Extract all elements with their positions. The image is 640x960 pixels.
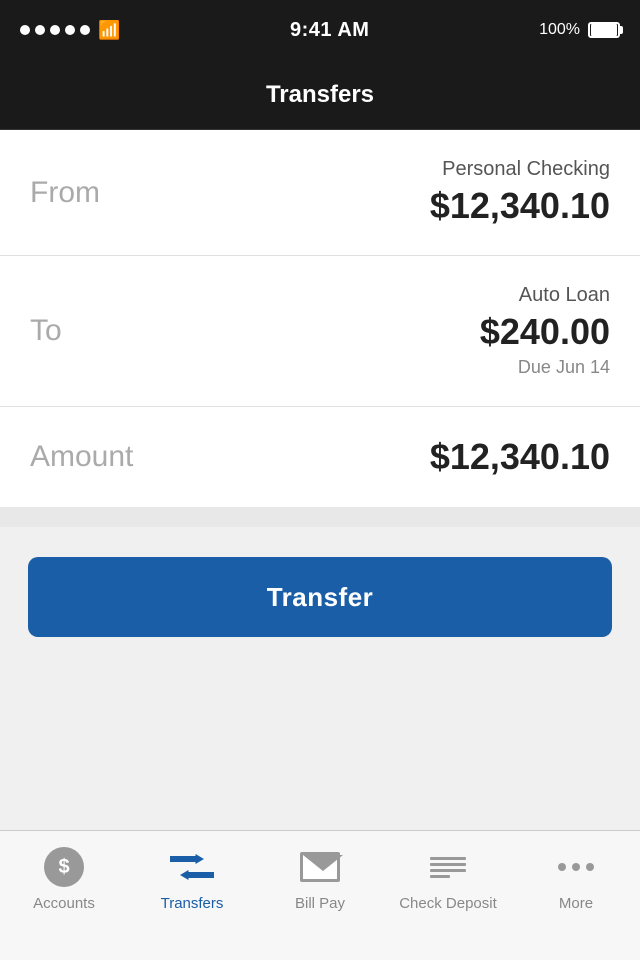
tab-transfers[interactable]: Transfers (128, 845, 256, 912)
tab-billpay-label: Bill Pay (295, 895, 345, 912)
from-account-name: Personal Checking (430, 158, 610, 181)
from-row[interactable]: From Personal Checking $12,340.10 (0, 130, 640, 256)
tab-transfers-label: Transfers (161, 895, 224, 912)
wifi-icon: 📶 (98, 20, 120, 41)
to-value: Auto Loan $240.00 Due Jun 14 (480, 284, 610, 378)
billpay-icon (298, 845, 342, 889)
to-row[interactable]: To Auto Loan $240.00 Due Jun 14 (0, 256, 640, 407)
from-label: From (30, 176, 100, 210)
status-time: 9:41 AM (290, 19, 369, 42)
dots-icon (558, 863, 594, 871)
status-right: 100% (539, 21, 620, 39)
check-lines-icon (430, 857, 466, 878)
from-amount: $12,340.10 (430, 185, 610, 227)
checkdeposit-icon (426, 845, 470, 889)
to-label: To (30, 314, 62, 348)
page-title: Transfers (266, 81, 374, 109)
dollar-icon: $ (44, 847, 84, 887)
more-icon (554, 845, 598, 889)
arrows-icon (170, 852, 214, 882)
separator (0, 507, 640, 527)
tab-accounts-label: Accounts (33, 895, 95, 912)
transfer-button[interactable]: Transfer (28, 557, 612, 637)
battery-percent: 100% (539, 21, 580, 39)
tab-more-label: More (559, 895, 593, 912)
envelope-icon (300, 852, 340, 882)
tab-checkdeposit[interactable]: Check Deposit (384, 845, 512, 912)
accounts-icon: $ (42, 845, 86, 889)
signal-dots (20, 25, 90, 35)
amount-label: Amount (30, 440, 133, 474)
amount-row[interactable]: Amount $12,340.10 (0, 407, 640, 507)
amount-value: $12,340.10 (430, 436, 610, 478)
nav-bar: Transfers (0, 60, 640, 130)
tab-billpay[interactable]: Bill Pay (256, 845, 384, 912)
transfers-icon (170, 845, 214, 889)
to-account-name: Auto Loan (480, 284, 610, 307)
tab-more[interactable]: More (512, 845, 640, 912)
status-left: 📶 (20, 20, 120, 41)
tab-bar: $ Accounts Transfers Bill Pay (0, 830, 640, 960)
tab-checkdeposit-label: Check Deposit (399, 895, 497, 912)
to-amount: $240.00 (480, 311, 610, 353)
main-content: From Personal Checking $12,340.10 To Aut… (0, 130, 640, 507)
status-bar: 📶 9:41 AM 100% (0, 0, 640, 60)
from-value: Personal Checking $12,340.10 (430, 158, 610, 227)
to-due-date: Due Jun 14 (480, 357, 610, 378)
transfer-section: Transfer (0, 527, 640, 667)
battery-icon (588, 22, 620, 38)
tab-accounts[interactable]: $ Accounts (0, 845, 128, 912)
